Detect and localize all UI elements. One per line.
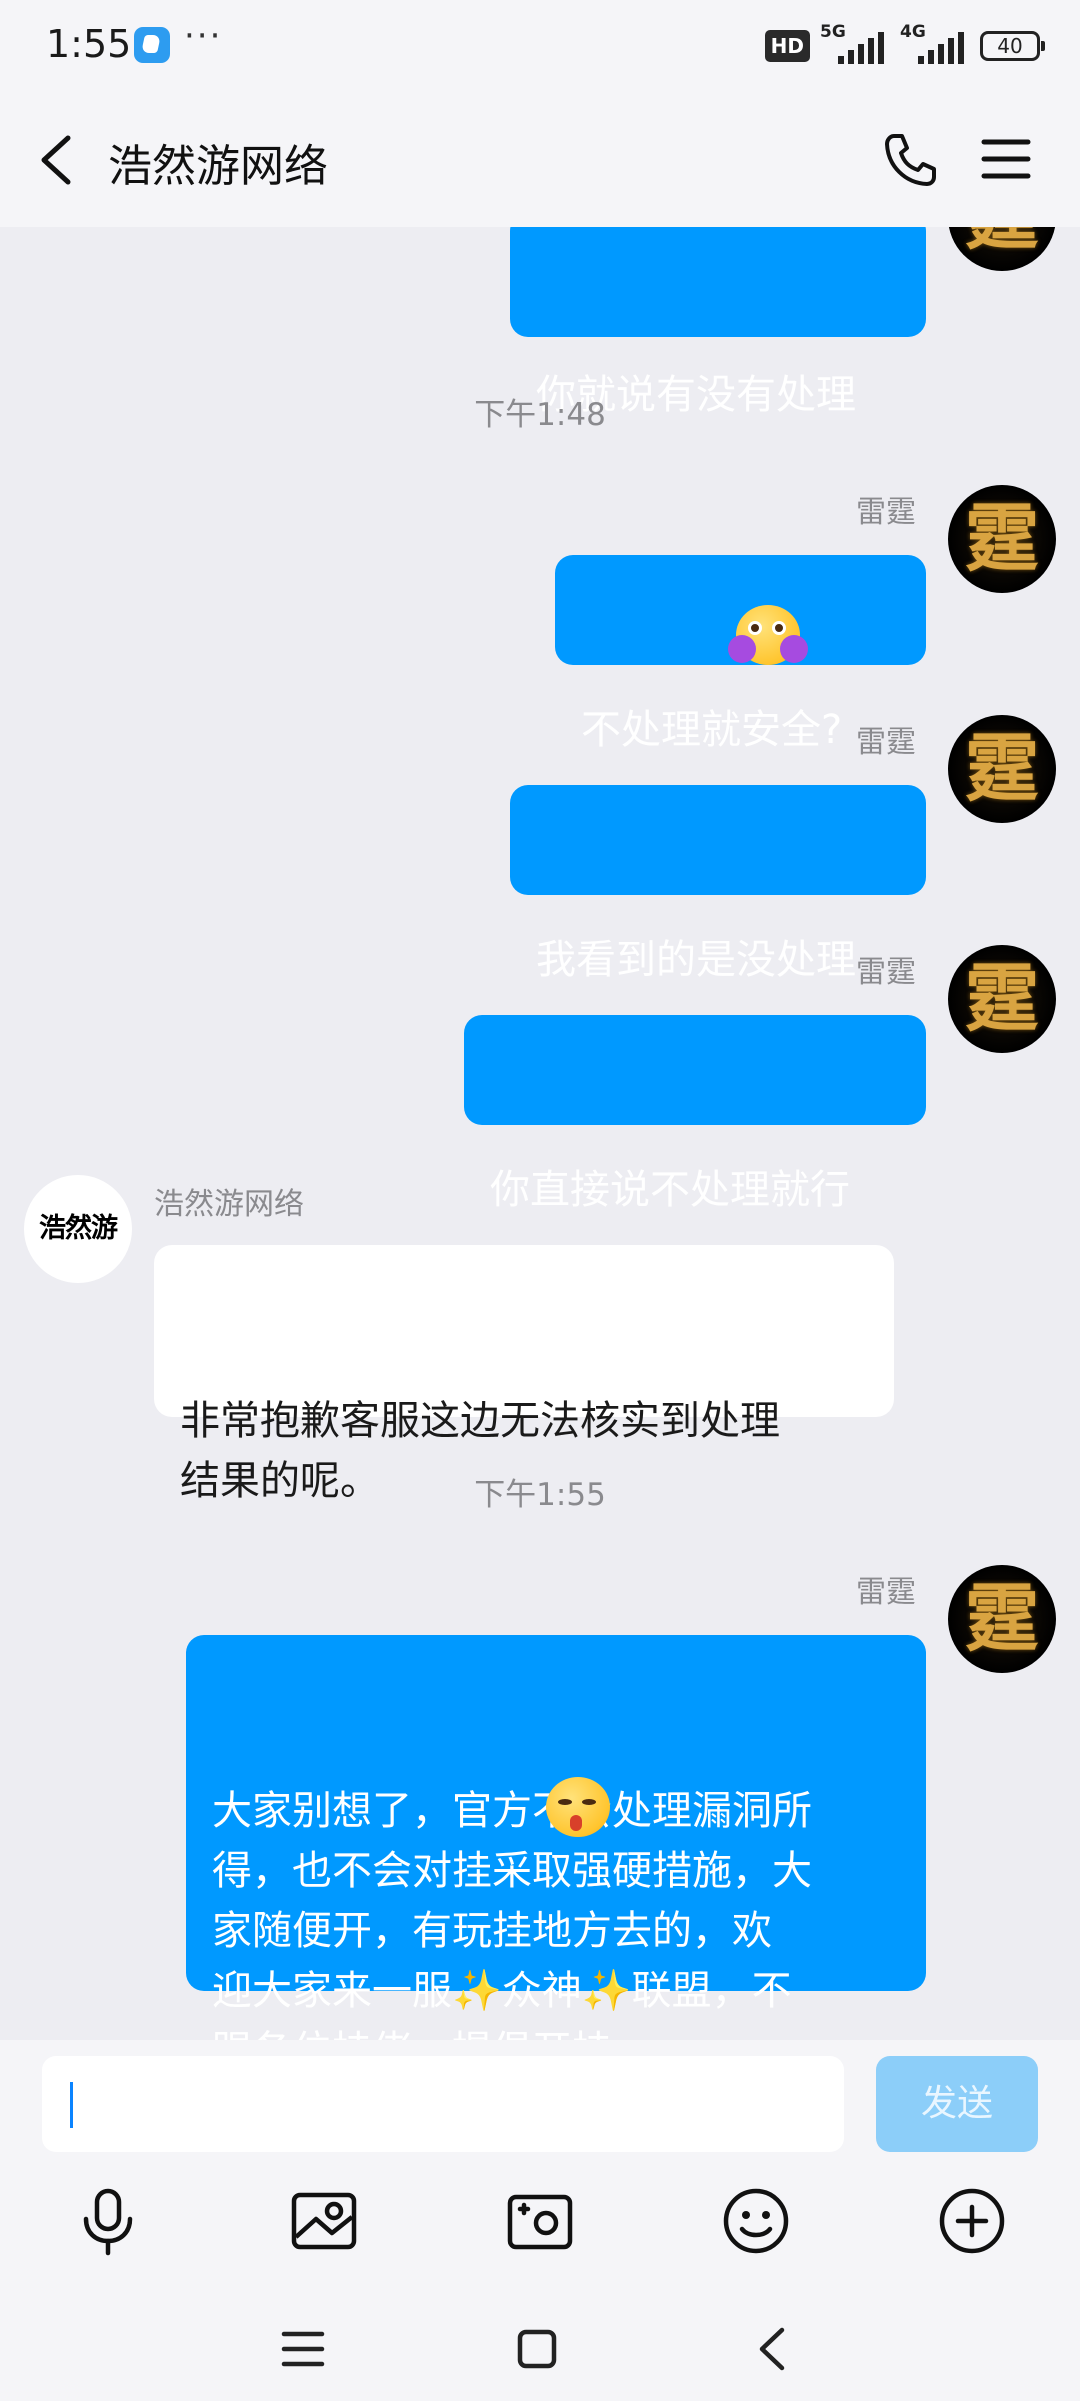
- sender-name: 浩然游网络: [154, 1187, 304, 1222]
- app-notification-icon: [134, 27, 170, 63]
- plus-icon[interactable]: [934, 2183, 1010, 2259]
- sender-name: 雷霆: [856, 495, 916, 530]
- message-bubble-outgoing[interactable]: 你直接说不处理就行: [464, 1015, 926, 1213]
- sticker-emoji-icon: [728, 605, 808, 665]
- avatar[interactable]: 霆: [948, 485, 1056, 593]
- nav-home-icon[interactable]: [510, 2322, 564, 2376]
- avatar[interactable]: 浩然游: [24, 1175, 132, 1283]
- chat-screen: 1:55 ··· HD 5G 4G 40 浩然游网络 你就说有没有处理 下午1:…: [0, 0, 1080, 2401]
- message-list[interactable]: 霆 你就说有没有处理 下午1:48 雷霆 霆 不处理就安全? 雷霆 霆 我看到的…: [0, 227, 1080, 2040]
- sender-name: 雷霆: [856, 955, 916, 990]
- hd-voice-badge: HD: [764, 30, 810, 62]
- nav-menu-icon[interactable]: [276, 2322, 330, 2376]
- chat-header: 浩然游网络: [0, 92, 1080, 227]
- chat-menu-icon[interactable]: [980, 134, 1032, 184]
- avatar-glyph: 霆: [965, 496, 1039, 582]
- send-button[interactable]: 发送: [876, 2056, 1038, 2152]
- status-indicators: HD 5G 4G 40: [764, 22, 1045, 68]
- avatar[interactable]: 霆: [948, 1565, 1056, 1673]
- status-time: 1:55: [46, 22, 132, 66]
- avatar-glyph: 霆: [965, 1576, 1039, 1662]
- sticker-emoji-icon: [546, 1777, 610, 1837]
- avatar[interactable]: 霆: [948, 715, 1056, 823]
- sender-name: 雷霆: [856, 1575, 916, 1610]
- status-bar: 1:55 ··· HD 5G 4G 40: [0, 0, 1080, 92]
- avatar-glyph: 霆: [965, 956, 1039, 1042]
- phone-call-icon[interactable]: [880, 130, 940, 190]
- signal-5g-icon: 5G: [820, 22, 890, 66]
- avatar-glyph: 霆: [948, 227, 1056, 271]
- message-timestamp: 下午1:48: [474, 397, 606, 433]
- message-bubble-outgoing[interactable]: 你就说有没有处理: [510, 227, 926, 418]
- chat-title: 浩然游网络: [108, 141, 328, 192]
- avatar-glyph: 浩然游: [39, 1213, 118, 1244]
- message-input[interactable]: [42, 2056, 844, 2152]
- emoji-icon[interactable]: [718, 2183, 794, 2259]
- microphone-icon[interactable]: [70, 2183, 146, 2259]
- image-icon[interactable]: [286, 2183, 362, 2259]
- message-bubble-incoming[interactable]: 非常抱歉客服这边无法核实到处理 结果的呢。: [154, 1245, 894, 1504]
- battery-level: 40: [997, 34, 1023, 58]
- message-timestamp: 下午1:55: [474, 1477, 606, 1513]
- text-caret: [70, 2082, 73, 2128]
- sender-name: 雷霆: [856, 725, 916, 760]
- nav-back-icon[interactable]: [746, 2322, 800, 2376]
- avatar[interactable]: 霆: [948, 227, 1056, 271]
- battery-icon: 40: [980, 31, 1045, 61]
- camera-icon[interactable]: [502, 2183, 578, 2259]
- message-text: 你直接说不处理就行: [490, 1167, 850, 1213]
- message-bubble-outgoing[interactable]: 我看到的是没处理: [510, 785, 926, 983]
- avatar[interactable]: 霆: [948, 945, 1056, 1053]
- back-arrow-icon[interactable]: [32, 132, 82, 188]
- input-area: 发送: [0, 2040, 1080, 2401]
- avatar-glyph: 霆: [965, 726, 1039, 812]
- signal-4g-icon: 4G: [900, 22, 970, 66]
- more-notifications-icon: ···: [184, 16, 223, 56]
